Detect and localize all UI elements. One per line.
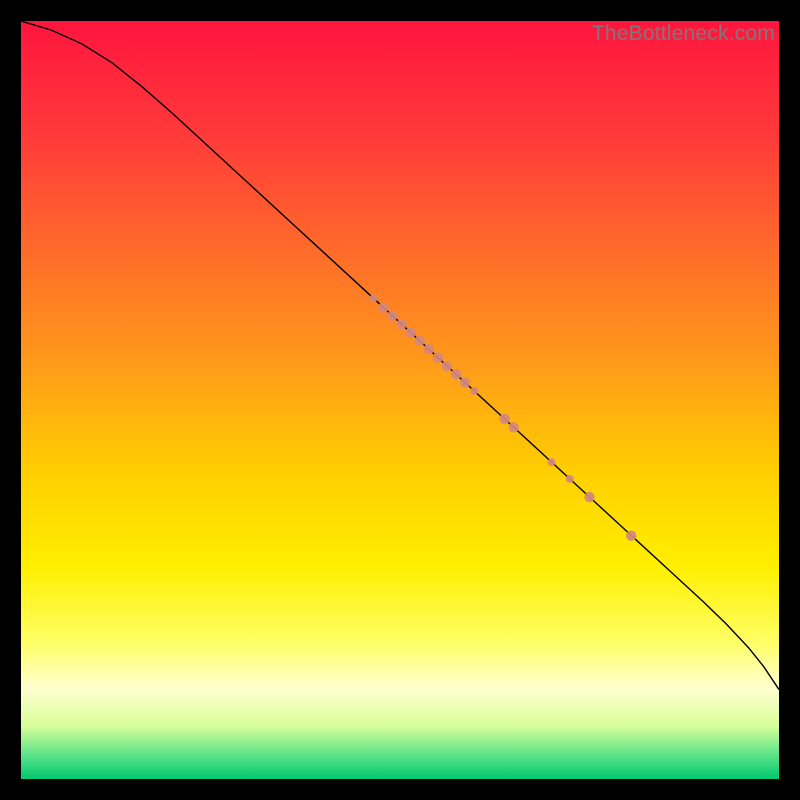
scatter-point bbox=[470, 387, 478, 395]
chart-frame: TheBottleneck.com bbox=[21, 21, 779, 779]
scatter-point bbox=[499, 414, 509, 424]
chart-svg bbox=[21, 21, 779, 779]
chart-background bbox=[21, 21, 779, 779]
scatter-point bbox=[378, 302, 388, 312]
scatter-point bbox=[626, 530, 636, 540]
scatter-point bbox=[424, 344, 434, 354]
scatter-point bbox=[509, 422, 519, 432]
scatter-point bbox=[442, 361, 452, 371]
scatter-point bbox=[405, 327, 415, 337]
scatter-point bbox=[387, 311, 397, 321]
scatter-point bbox=[584, 492, 594, 502]
scatter-point bbox=[433, 352, 443, 362]
scatter-point bbox=[566, 475, 574, 483]
scatter-point bbox=[451, 369, 461, 379]
watermark-text: TheBottleneck.com bbox=[592, 22, 775, 46]
scatter-point bbox=[369, 294, 377, 302]
scatter-point bbox=[396, 319, 406, 329]
scatter-point bbox=[460, 377, 470, 387]
scatter-point bbox=[415, 336, 425, 346]
scatter-point bbox=[548, 458, 556, 466]
